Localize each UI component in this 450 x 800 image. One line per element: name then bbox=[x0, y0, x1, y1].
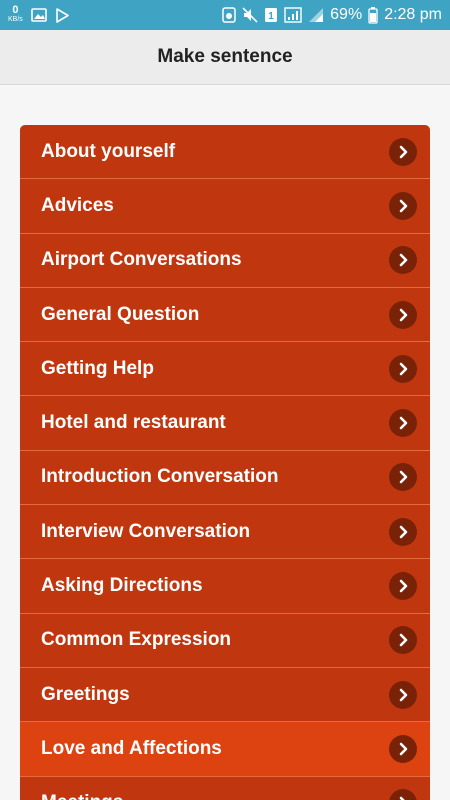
chevron-right-icon[interactable] bbox=[389, 680, 417, 709]
chevron-right-icon[interactable] bbox=[389, 354, 417, 383]
list-item-label: Common Expression bbox=[41, 629, 232, 651]
list-item[interactable]: Greetings bbox=[20, 668, 430, 723]
list-item-label: Getting Help bbox=[41, 357, 154, 379]
list-item[interactable]: Interview Conversation bbox=[20, 505, 430, 560]
page-title: Make sentence bbox=[157, 46, 293, 67]
app-bar: Make sentence bbox=[0, 30, 450, 85]
image-icon bbox=[30, 8, 47, 22]
chevron-right-icon[interactable] bbox=[389, 517, 417, 546]
list-item[interactable]: About yourself bbox=[20, 125, 430, 180]
list-item-label: Introduction Conversation bbox=[41, 466, 279, 488]
chevron-right-icon[interactable] bbox=[389, 246, 417, 275]
list-item-label: About yourself bbox=[41, 140, 176, 162]
sim-icon: 1 bbox=[264, 7, 278, 23]
category-list: About yourself Advices Airport Conversatio… bbox=[20, 125, 430, 800]
list-item[interactable]: Advices bbox=[20, 179, 430, 234]
chevron-right-icon[interactable] bbox=[389, 300, 417, 329]
list-item[interactable]: General Question bbox=[20, 288, 430, 343]
battery-percent: 69% bbox=[330, 6, 363, 23]
network-speed-value: 0 bbox=[12, 4, 19, 16]
list-item-label: Asking Directions bbox=[41, 575, 203, 597]
list-item-label: Advices bbox=[41, 194, 114, 216]
list-item[interactable]: Meetings bbox=[20, 777, 430, 800]
list-item[interactable]: Love and Affections bbox=[20, 722, 430, 777]
list-item[interactable]: Introduction Conversation bbox=[20, 451, 430, 506]
list-item-label: Love and Affections bbox=[41, 737, 222, 759]
chevron-right-icon[interactable] bbox=[389, 734, 417, 763]
clock: 2:28 pm bbox=[384, 6, 442, 23]
chevron-right-icon[interactable] bbox=[389, 789, 417, 800]
cellular-signal-icon bbox=[308, 7, 324, 23]
list-item-label: Airport Conversations bbox=[41, 249, 242, 271]
list-item[interactable]: Common Expression bbox=[20, 614, 430, 668]
list-item-label: General Question bbox=[41, 303, 200, 325]
mute-icon bbox=[242, 7, 258, 23]
status-right: 1 69% 2:28 pm bbox=[222, 6, 442, 24]
network-speed: 0 KB/s bbox=[8, 4, 23, 24]
chevron-right-icon[interactable] bbox=[389, 572, 417, 601]
list-item[interactable]: Getting Help bbox=[20, 342, 430, 397]
chevron-right-icon[interactable] bbox=[389, 137, 417, 166]
status-bar: 0 KB/s 1 69% 2:28 pm bbox=[0, 0, 450, 30]
list-item-label: Meetings bbox=[41, 792, 389, 800]
chevron-right-icon[interactable] bbox=[389, 409, 417, 438]
sim-badge: 1 bbox=[268, 11, 274, 22]
chevron-right-icon[interactable] bbox=[389, 463, 417, 492]
storage-icon bbox=[222, 7, 236, 23]
list-item-label: Greetings bbox=[41, 683, 130, 705]
battery-icon bbox=[368, 6, 378, 24]
chevron-right-icon[interactable] bbox=[389, 626, 417, 655]
list-item[interactable]: Asking Directions bbox=[20, 559, 430, 614]
network-speed-unit: KB/s bbox=[8, 16, 23, 23]
list-item[interactable]: Airport Conversations bbox=[20, 234, 430, 288]
play-store-icon bbox=[55, 7, 69, 23]
list-item[interactable]: Hotel and restaurant bbox=[20, 396, 430, 451]
list-item-label: Hotel and restaurant bbox=[41, 412, 226, 434]
chevron-right-icon[interactable] bbox=[389, 191, 417, 220]
list-item-label: Interview Conversation bbox=[41, 520, 251, 542]
status-left: 0 KB/s bbox=[8, 4, 69, 24]
signal-icon bbox=[284, 7, 302, 23]
